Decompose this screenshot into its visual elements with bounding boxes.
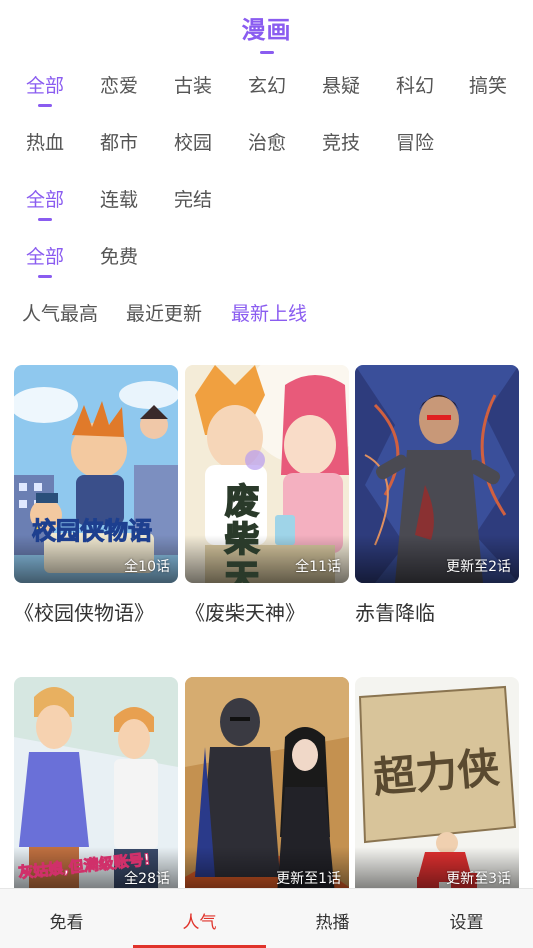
genre-chip-scifi[interactable]: 科幻 xyxy=(385,71,445,98)
genre-chip-action[interactable]: 热血 xyxy=(15,128,75,155)
sort-most-popular[interactable]: 人气最高 xyxy=(22,299,98,326)
comic-cover: 废柴天神 全11话 xyxy=(185,365,349,583)
status-chip-label: 全部 xyxy=(25,189,64,211)
genre-chip-comedy[interactable]: 搞笑 xyxy=(458,71,518,98)
status-chip-completed[interactable]: 完结 xyxy=(163,185,223,212)
genre-chip-label: 玄幻 xyxy=(247,75,286,97)
episode-badge: 更新至2话 xyxy=(446,559,511,575)
comic-title: 《废柴天神》 xyxy=(185,601,305,625)
genre-chip-sports[interactable]: 竞技 xyxy=(311,128,371,155)
price-chip-label: 全部 xyxy=(25,246,64,268)
genre-chip-urban[interactable]: 都市 xyxy=(89,128,149,155)
bottom-tab-bar: 免看 人气 热播 设置 xyxy=(0,888,533,948)
status-filter-row: 全部 连载 完结 xyxy=(0,185,533,225)
status-chip-ongoing[interactable]: 连载 xyxy=(89,185,149,212)
genre-chip-label: 都市 xyxy=(99,132,138,154)
genre-filter-row-1: 全部 恋爱 古装 玄幻 悬疑 科幻 搞笑 xyxy=(0,71,533,111)
genre-chip-fantasy[interactable]: 玄幻 xyxy=(237,71,297,98)
price-chip-all[interactable]: 全部 xyxy=(15,242,75,278)
tab-label: 人气 xyxy=(182,913,217,933)
status-chip-all[interactable]: 全部 xyxy=(15,185,75,221)
comic-cover: 更新至1话 xyxy=(185,677,349,895)
active-underline xyxy=(38,275,52,278)
genre-chip-label: 科幻 xyxy=(395,75,434,97)
price-chip-free[interactable]: 免费 xyxy=(89,242,149,269)
genre-chip-label: 恋爱 xyxy=(99,75,138,97)
episode-badge: 全10话 xyxy=(124,559,170,575)
comic-title: 赤眚降临 xyxy=(355,601,435,625)
comic-card[interactable]: 校园侠物语 全10话 《校园侠物语》 xyxy=(14,365,178,626)
genre-chip-label: 悬疑 xyxy=(321,75,360,97)
comic-card[interactable]: 超力侠 更新至3话 xyxy=(355,677,519,909)
cover-logo-text: 废柴天神 xyxy=(224,482,260,583)
price-chip-label: 免费 xyxy=(99,246,138,268)
status-chip-label: 连载 xyxy=(99,189,138,211)
genre-chip-all[interactable]: 全部 xyxy=(15,71,75,107)
genre-chip-label: 全部 xyxy=(25,75,64,97)
price-filter-row: 全部 免费 xyxy=(0,242,533,282)
genre-chip-adventure[interactable]: 冒险 xyxy=(385,128,445,155)
cover-logo-text: 超力侠 xyxy=(371,742,502,803)
genre-chip-romance[interactable]: 恋爱 xyxy=(89,71,149,98)
comic-card[interactable]: 废柴天神 全11话 《废柴天神》 xyxy=(185,365,349,626)
active-underline xyxy=(38,218,52,221)
episode-badge: 全11话 xyxy=(295,559,341,575)
tab-label: 设置 xyxy=(449,913,484,933)
header: 漫画 xyxy=(0,10,533,54)
genre-filter-row-2: 热血 都市 校园 治愈 竞技 冒险 xyxy=(0,128,533,168)
comic-card[interactable]: 更新至2话 赤眚降临 xyxy=(355,365,519,626)
tab-label: 免看 xyxy=(49,913,84,933)
episode-badge: 全28话 xyxy=(124,871,170,887)
sort-newest[interactable]: 最新上线 xyxy=(231,299,307,326)
sort-row: 人气最高 最近更新 最新上线 xyxy=(0,299,533,329)
sort-recently-updated[interactable]: 最近更新 xyxy=(126,299,202,326)
genre-chip-label: 治愈 xyxy=(247,132,286,154)
genre-chip-mystery[interactable]: 悬疑 xyxy=(311,71,371,98)
active-underline xyxy=(38,104,52,107)
episode-badge: 更新至3话 xyxy=(446,871,511,887)
title-underline xyxy=(259,51,274,54)
genre-chip-costume[interactable]: 古装 xyxy=(163,71,223,98)
page-title: 漫画 xyxy=(241,16,292,44)
genre-chip-label: 热血 xyxy=(25,132,64,154)
comic-card[interactable]: 灰姑娘,但满级账号! 全28话 xyxy=(14,677,178,909)
genre-chip-label: 古装 xyxy=(173,75,212,97)
genre-chip-label: 校园 xyxy=(173,132,212,154)
genre-chip-healing[interactable]: 治愈 xyxy=(237,128,297,155)
tab-settings[interactable]: 设置 xyxy=(400,889,533,948)
comic-cover: 更新至2话 xyxy=(355,365,519,583)
comic-cover: 灰姑娘,但满级账号! 全28话 xyxy=(14,677,178,895)
tab-trending[interactable]: 热播 xyxy=(266,889,399,948)
episode-badge: 更新至1话 xyxy=(276,871,341,887)
genre-chip-label: 竞技 xyxy=(321,132,360,154)
tab-free-watch[interactable]: 免看 xyxy=(0,889,133,948)
tab-popular[interactable]: 人气 xyxy=(133,889,266,948)
genre-chip-campus[interactable]: 校园 xyxy=(163,128,223,155)
genre-chip-label: 冒险 xyxy=(395,132,434,154)
genre-chip-label: 搞笑 xyxy=(468,75,507,97)
cover-logo-text: 校园侠物语 xyxy=(32,517,153,546)
comic-cover: 校园侠物语 全10话 xyxy=(14,365,178,583)
comic-title: 《校园侠物语》 xyxy=(14,601,154,625)
comic-card[interactable]: 更新至1话 xyxy=(185,677,349,909)
tab-label: 热播 xyxy=(315,913,350,933)
comic-cover: 超力侠 更新至3话 xyxy=(355,677,519,895)
status-chip-label: 完结 xyxy=(173,189,212,211)
